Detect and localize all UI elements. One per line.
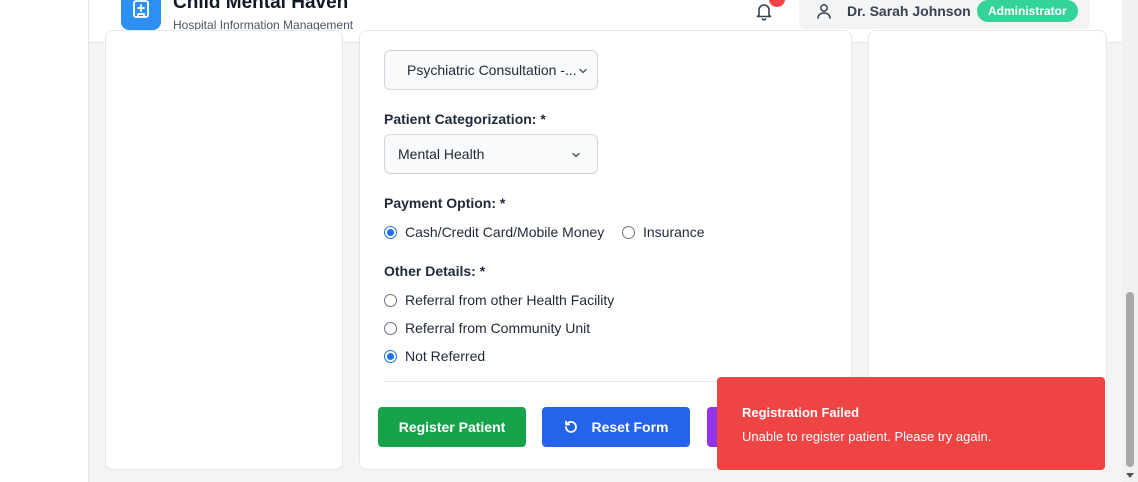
payment-option-cash[interactable]: Cash/Credit Card/Mobile Money (384, 223, 604, 241)
other-details-label: Other Details: * (384, 263, 486, 279)
page-scrollbar[interactable] (1122, 0, 1138, 482)
toast-message: Unable to register patient. Please try a… (742, 429, 992, 444)
categorization-select-value: Mental Health (398, 146, 485, 162)
role-badge: Administrator (977, 0, 1078, 22)
service-select[interactable]: Psychiatric Consultation -... (384, 50, 598, 90)
toast-title: Registration Failed (742, 405, 860, 420)
other-details-not-referred[interactable]: Not Referred (384, 347, 485, 365)
radio-button[interactable] (622, 225, 635, 239)
radio-label: Not Referred (405, 348, 486, 364)
scroll-down-arrow-icon[interactable] (1126, 473, 1134, 478)
categorization-select[interactable]: Mental Health (384, 134, 598, 174)
radio-button[interactable] (384, 225, 397, 239)
user-name: Dr. Sarah Johnson (847, 3, 971, 19)
radio-button[interactable] (384, 349, 397, 363)
other-details-referral-community[interactable]: Referral from Community Unit (384, 319, 590, 337)
chevron-down-icon (579, 68, 587, 74)
register-patient-button[interactable]: Register Patient (378, 407, 526, 447)
payment-option-label: Payment Option: * (384, 195, 506, 211)
hospital-logo-icon (121, 0, 161, 30)
reset-form-label: Reset Form (591, 419, 669, 435)
user-icon (815, 2, 833, 20)
radio-label: Cash/Credit Card/Mobile Money (405, 224, 605, 240)
chevron-down-icon (572, 152, 580, 158)
reset-icon (565, 420, 578, 433)
error-toast[interactable]: Registration Failed Unable to register p… (717, 377, 1105, 470)
radio-label: Referral from Community Unit (405, 320, 591, 336)
left-panel (105, 30, 343, 470)
payment-option-insurance[interactable]: Insurance (622, 223, 704, 241)
scrollbar-thumb[interactable] (1126, 292, 1134, 467)
radio-button[interactable] (384, 321, 397, 335)
app-title: Child Mental Haven (173, 0, 349, 13)
radio-label: Insurance (643, 224, 705, 240)
other-details-referral-facility[interactable]: Referral from other Health Facility (384, 291, 614, 309)
categorization-label: Patient Categorization: * (384, 111, 546, 127)
radio-button[interactable] (384, 293, 397, 307)
service-select-value: Psychiatric Consultation -... (407, 62, 577, 78)
radio-label: Referral from other Health Facility (405, 292, 615, 308)
reset-form-button[interactable]: Reset Form (542, 407, 690, 447)
user-menu[interactable]: Dr. Sarah Johnson Administrator (799, 0, 1090, 29)
